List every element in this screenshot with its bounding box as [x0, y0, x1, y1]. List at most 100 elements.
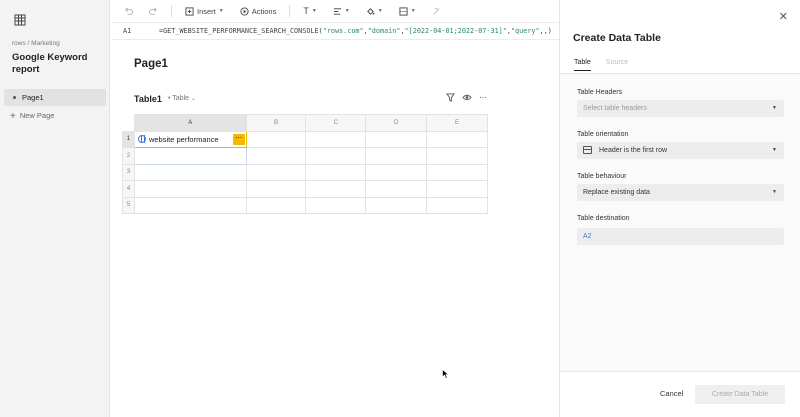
- cell[interactable]: [365, 180, 428, 198]
- table-behaviour-select[interactable]: Replace existing data ▼: [577, 184, 784, 201]
- toolbar-divider: [289, 5, 291, 17]
- clear-format-icon: [433, 7, 440, 15]
- table-headers-label: Table Headers: [577, 89, 623, 96]
- fill-color-button[interactable]: ▼: [363, 3, 386, 19]
- page-title[interactable]: Page1: [134, 58, 168, 70]
- toolbar-divider: [171, 5, 172, 17]
- cell[interactable]: [426, 196, 488, 214]
- panel-title: Create Data Table: [573, 32, 661, 44]
- cell[interactable]: [245, 196, 307, 214]
- grid-corner[interactable]: [122, 114, 135, 132]
- chevron-down-icon: ▼: [311, 8, 317, 14]
- new-page-button[interactable]: + New Page: [10, 111, 54, 122]
- create-data-table-button[interactable]: Create Data Table: [695, 385, 785, 404]
- table-headers-select[interactable]: Select table headers ▼: [577, 100, 784, 117]
- cell-reference[interactable]: A1: [123, 27, 131, 35]
- column-header-a[interactable]: A: [133, 114, 247, 132]
- text-format-button[interactable]: T ▼: [300, 3, 319, 19]
- cell[interactable]: [365, 163, 428, 181]
- column-header-b[interactable]: B: [245, 114, 307, 132]
- tab-source[interactable]: Source: [606, 59, 628, 66]
- cell[interactable]: [426, 180, 488, 198]
- cell[interactable]: [365, 130, 428, 148]
- table-orientation-value: Header is the first row: [599, 146, 668, 154]
- chevron-down-icon: ▼: [410, 8, 416, 14]
- insert-icon: [185, 6, 194, 16]
- tab-table[interactable]: Table: [574, 59, 591, 71]
- chevron-down-icon: ▼: [772, 147, 777, 153]
- actions-button[interactable]: Actions: [237, 3, 280, 19]
- filter-icon[interactable]: [446, 93, 455, 102]
- cell[interactable]: [245, 147, 307, 165]
- cell[interactable]: [133, 196, 247, 214]
- table-type-dropdown[interactable]: • Table ⌄: [168, 95, 196, 102]
- cell[interactable]: [426, 130, 488, 148]
- table-title[interactable]: Table1: [134, 94, 162, 104]
- cell-a1[interactable]: website performance ⋯: [133, 130, 247, 148]
- chevron-down-icon: ▼: [344, 8, 350, 14]
- page-dot-icon: [13, 96, 16, 99]
- redo-icon: [149, 7, 157, 15]
- cell[interactable]: [426, 147, 488, 165]
- cell[interactable]: [245, 180, 307, 198]
- toolbar: Insert ▼ Actions T ▼ ▼ ▼ ▼: [111, 0, 559, 23]
- cell[interactable]: [305, 130, 367, 148]
- new-page-label: New Page: [19, 111, 55, 120]
- cell[interactable]: [426, 163, 488, 181]
- row-header[interactable]: 1: [122, 130, 135, 148]
- table-destination-input[interactable]: A2: [577, 228, 784, 245]
- chevron-down-icon: ▼: [772, 105, 777, 111]
- insert-button[interactable]: Insert ▼: [182, 3, 227, 19]
- cell[interactable]: [245, 163, 307, 181]
- formula-input[interactable]: =GET_WEBSITE_PERFORMANCE_SEARCH_CONSOLE(…: [159, 27, 555, 35]
- row-header[interactable]: 2: [122, 147, 135, 165]
- sidebar-item-label: Page1: [22, 93, 44, 102]
- cell[interactable]: [305, 163, 367, 181]
- document-title[interactable]: Google Keyword report: [12, 52, 102, 76]
- cell-a2[interactable]: [133, 147, 247, 165]
- row-header[interactable]: 3: [122, 163, 135, 181]
- more-options-icon[interactable]: ⋯: [479, 93, 487, 102]
- formula-arg: "query": [510, 27, 540, 35]
- plus-icon: +: [10, 111, 16, 122]
- borders-button[interactable]: ▼: [396, 3, 419, 19]
- column-header-d[interactable]: D: [365, 114, 428, 132]
- mouse-cursor-icon: [442, 369, 449, 379]
- cell-a1-value: website performance: [148, 134, 219, 144]
- clear-format-button[interactable]: [429, 3, 444, 19]
- column-header-c[interactable]: C: [305, 114, 367, 132]
- cell[interactable]: [365, 196, 428, 214]
- sidebar-item-page1[interactable]: Page1: [4, 89, 106, 106]
- align-button[interactable]: ▼: [330, 3, 353, 19]
- close-icon[interactable]: ✕: [779, 10, 788, 23]
- formula-function: =GET_WEBSITE_PERFORMANCE_SEARCH_CONSOLE(: [159, 27, 323, 35]
- table-type-dot-icon: •: [168, 95, 171, 102]
- table-destination-label: Table destination: [577, 215, 630, 222]
- redo-button[interactable]: [146, 3, 161, 19]
- table-header-icon: [583, 146, 592, 154]
- breadcrumb[interactable]: rows / Marketing: [12, 40, 60, 47]
- table-row: 5: [122, 196, 488, 214]
- cell[interactable]: [365, 147, 428, 165]
- cell-more-button[interactable]: ⋯: [232, 133, 245, 145]
- row-header[interactable]: 4: [122, 180, 135, 198]
- cell[interactable]: [305, 147, 367, 165]
- cancel-button[interactable]: Cancel: [660, 389, 683, 398]
- cell[interactable]: [133, 180, 247, 198]
- table-behaviour-label: Table behaviour: [577, 173, 627, 180]
- undo-button[interactable]: [121, 3, 136, 19]
- row-header[interactable]: 5: [122, 196, 135, 214]
- chevron-down-icon: ⌄: [190, 96, 196, 102]
- formula-bar[interactable]: A1 =GET_WEBSITE_PERFORMANCE_SEARCH_CONSO…: [111, 23, 559, 40]
- table-destination-value: A2: [583, 232, 592, 240]
- cell[interactable]: [305, 196, 367, 214]
- rows-logo-icon[interactable]: [13, 13, 27, 27]
- table-orientation-select[interactable]: Header is the first row ▼: [577, 142, 784, 159]
- undo-icon: [125, 7, 133, 15]
- cell[interactable]: [245, 130, 307, 148]
- cell[interactable]: [305, 180, 367, 198]
- formula-tail: ,,): [539, 27, 552, 35]
- eye-icon[interactable]: [462, 93, 472, 102]
- column-header-e[interactable]: E: [426, 114, 488, 132]
- cell[interactable]: [133, 163, 247, 181]
